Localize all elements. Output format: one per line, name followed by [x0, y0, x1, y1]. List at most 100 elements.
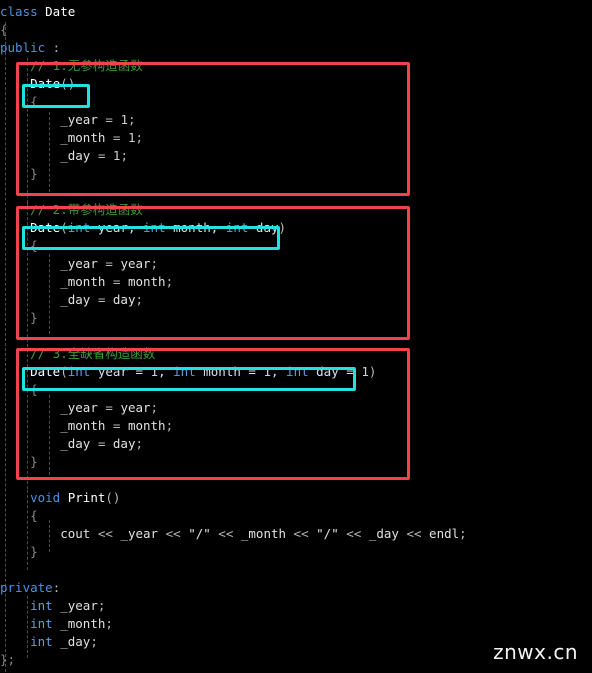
code-token: _year	[60, 400, 98, 415]
code-line: _year = year;	[0, 255, 592, 273]
code-token: class	[0, 4, 46, 19]
code-token: {	[0, 22, 8, 37]
code-token: int	[67, 364, 91, 379]
code-token: 1	[120, 112, 128, 127]
code-token: int	[30, 634, 53, 649]
code-token: };	[0, 652, 16, 667]
code-line: _month = month;	[0, 273, 592, 291]
code-line: Date(int year = 1, int month = 1, int da…	[0, 363, 592, 381]
code-token: :	[52, 580, 61, 595]
code-line: class Date	[0, 3, 592, 21]
code-token: year	[120, 400, 151, 415]
code-token: ()	[105, 490, 121, 505]
code-token: 1	[361, 364, 369, 379]
code-line: // 1.无参构造函数	[0, 57, 592, 75]
code-token: }	[30, 310, 38, 325]
code-token: month	[127, 274, 166, 289]
code-token: int	[173, 364, 196, 379]
code-token: )	[368, 364, 377, 379]
code-token: ;	[90, 634, 98, 649]
code-line: _month = month;	[0, 417, 592, 435]
code-token: _day	[60, 436, 91, 451]
code-token: <<	[398, 526, 430, 541]
code-token: _day	[52, 634, 91, 649]
code-token: :	[45, 40, 61, 55]
code-token: endl	[429, 526, 460, 541]
code-token: =	[90, 148, 113, 163]
code-token: )	[278, 220, 287, 235]
code-token: <<	[158, 526, 189, 541]
code-screenshot: class Date{public : // 1.无参构造函数 Date() {…	[0, 0, 592, 673]
code-token: =	[90, 436, 113, 451]
code-token: ;	[127, 112, 136, 127]
code-token: int	[30, 598, 53, 613]
code-line: Date(int year, int month, int day)	[0, 219, 592, 237]
code-token: year,	[90, 220, 144, 235]
code-token: _day	[60, 292, 91, 307]
code-line: int _year;	[0, 597, 592, 615]
code-token: ;	[97, 598, 106, 613]
code-token: ;	[165, 274, 174, 289]
code-line: {	[0, 21, 592, 39]
code-token: day =	[308, 364, 362, 379]
code-line: _year = 1;	[0, 111, 592, 129]
code-token: {	[30, 382, 38, 397]
code-token: Date	[30, 364, 61, 379]
code-token: =	[97, 256, 121, 271]
code-token: // 1.无参构造函数	[30, 58, 143, 73]
code-token: =	[105, 418, 128, 433]
code-token: ;	[105, 616, 113, 631]
code-token: Print	[60, 490, 106, 505]
code-token: 1	[263, 364, 271, 379]
code-token: // 3.全缺省构造函数	[30, 346, 156, 361]
source-code-block: class Date{public : // 1.无参构造函数 Date() {…	[0, 0, 592, 669]
code-token: _day	[368, 526, 399, 541]
code-token: <<	[210, 526, 241, 541]
code-token: month,	[165, 220, 226, 235]
code-token: }	[30, 166, 38, 181]
code-token: <<	[90, 526, 121, 541]
code-token: private	[0, 580, 53, 595]
code-token: }	[30, 454, 38, 469]
code-token: ;	[120, 148, 128, 163]
code-token: // 2.带参构造函数	[30, 202, 143, 217]
code-token: <<	[286, 526, 317, 541]
code-token: _month	[60, 274, 106, 289]
code-line: _day = 1;	[0, 147, 592, 165]
code-line: void Print()	[0, 489, 592, 507]
code-token: int	[225, 220, 249, 235]
code-token: "/"	[188, 526, 211, 541]
code-line: {	[0, 93, 592, 111]
code-token: _month	[52, 616, 106, 631]
code-token: =	[97, 112, 121, 127]
code-line: }	[0, 309, 592, 327]
code-token: day	[112, 436, 136, 451]
code-line: _day = day;	[0, 291, 592, 309]
code-token: =	[90, 292, 113, 307]
code-token: =	[105, 130, 128, 145]
code-token: "/"	[316, 526, 339, 541]
code-line: _month = 1;	[0, 129, 592, 147]
code-token: ;	[150, 400, 159, 415]
code-token: day	[112, 292, 136, 307]
code-token: int	[30, 616, 53, 631]
code-token: ;	[165, 418, 174, 433]
code-line: _year = year;	[0, 399, 592, 417]
watermark: znwx.cn	[493, 640, 578, 664]
code-token: _year	[60, 256, 98, 271]
code-token: Date	[30, 220, 61, 235]
code-line: }	[0, 453, 592, 471]
code-token: _month	[60, 130, 106, 145]
code-token: int	[67, 220, 91, 235]
code-token: <<	[338, 526, 369, 541]
code-token: month	[127, 418, 166, 433]
code-token: int	[143, 220, 166, 235]
code-line: public :	[0, 39, 592, 57]
code-token: (	[60, 220, 68, 235]
code-line: private:	[0, 579, 592, 597]
code-token: _year	[52, 598, 98, 613]
code-token: Date	[45, 4, 76, 19]
code-token: int	[286, 364, 309, 379]
